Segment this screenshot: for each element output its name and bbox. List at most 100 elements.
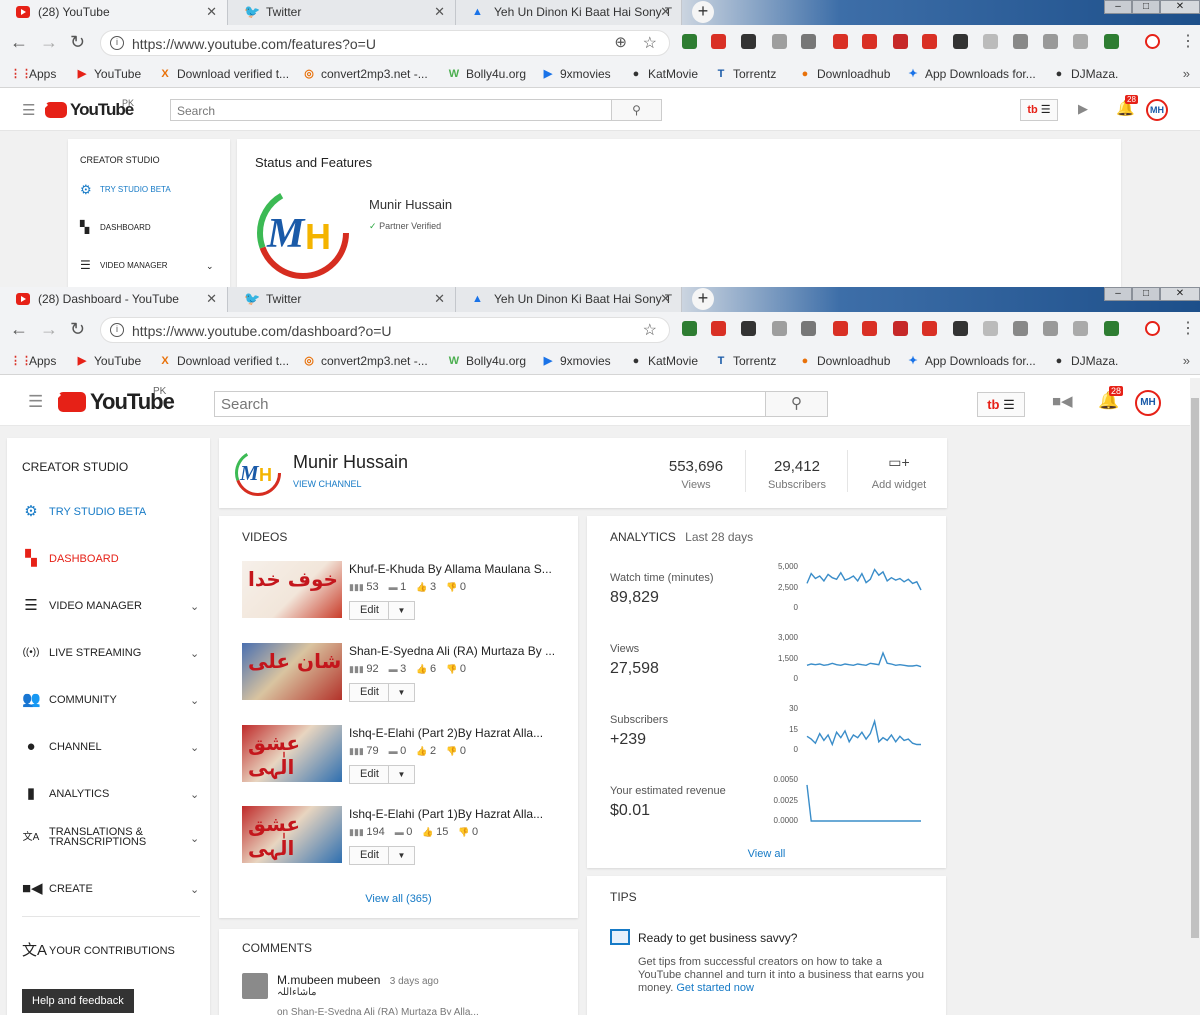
extension-red-icon[interactable] xyxy=(711,34,726,49)
scrollbar-thumb[interactable] xyxy=(1191,398,1199,938)
video-title[interactable]: Shan-E-Syedna Ali (RA) Murtaza By ... xyxy=(349,644,555,658)
comment-author[interactable]: M.mubeen mubeen xyxy=(277,973,380,987)
zoom-icon[interactable]: ⊕ xyxy=(614,33,627,51)
bookmark-9xmovies[interactable]: ▶ 9xmovies xyxy=(541,354,611,368)
dropdown-arrow-icon[interactable]: ▼ xyxy=(388,847,414,864)
bookmark-star-icon[interactable]: ☆ xyxy=(643,320,657,340)
extension-globe-icon[interactable] xyxy=(682,34,697,49)
close-tab-icon[interactable]: ✕ xyxy=(206,287,217,311)
chevron-down-icon[interactable]: ⌄ xyxy=(190,883,199,896)
tab-youtube-dashboard[interactable]: (28) Dashboard - YouTube ✕ xyxy=(0,287,228,312)
chrome-menu-icon[interactable]: ⋮ xyxy=(1180,318,1196,338)
view-all-videos-link[interactable]: View all (365) xyxy=(219,893,578,905)
bookmark-youtube[interactable]: ▶ YouTube xyxy=(75,67,141,81)
add-widget-button[interactable]: Add widget xyxy=(849,479,949,491)
dropdown-arrow-icon[interactable]: ▼ xyxy=(388,602,414,619)
bookmark-torrentz[interactable]: T Torrentz xyxy=(714,354,777,368)
avatar[interactable]: MH xyxy=(1146,99,1168,121)
video-thumbnail[interactable]: شان علی xyxy=(242,643,342,700)
bookmark-torrentz[interactable]: T Torrentz xyxy=(714,67,777,81)
extension-photo-icon[interactable] xyxy=(1043,34,1058,49)
download-icon[interactable] xyxy=(772,321,787,336)
forward-icon[interactable]: → xyxy=(40,33,58,51)
tubebuddy-button[interactable]: tb ☰ xyxy=(1020,99,1058,121)
extension-cube-icon[interactable] xyxy=(953,321,968,336)
url-text[interactable]: https://www.youtube.com/dashboard?o=U xyxy=(132,323,392,339)
extension-dark-icon[interactable] xyxy=(741,321,756,336)
dropdown-arrow-icon[interactable]: ▼ xyxy=(388,684,414,701)
maximize-button[interactable]: □ xyxy=(1132,287,1160,301)
tab-youtube-features[interactable]: (28) YouTube ✕ xyxy=(0,0,228,25)
bookmark-bolly4u-org[interactable]: W Bolly4u.org xyxy=(447,67,526,81)
edit-button[interactable]: Edit ▼ xyxy=(349,846,415,865)
address-bar[interactable]: i https://www.youtube.com/features?o=U ⊕… xyxy=(100,30,670,56)
extension-shield3-icon[interactable] xyxy=(1073,321,1088,336)
minimize-button[interactable]: – xyxy=(1104,0,1132,14)
extension-green-icon[interactable] xyxy=(1104,321,1119,336)
bookmark-download-verified-t[interactable]: X Download verified t... xyxy=(158,354,289,368)
extension-red3-icon[interactable] xyxy=(922,321,937,336)
chevron-down-icon[interactable]: ⌄ xyxy=(190,647,199,660)
close-tab-icon[interactable]: ✕ xyxy=(434,287,445,311)
video-thumbnail[interactable]: خوف خدا xyxy=(242,561,342,618)
close-tab-icon[interactable]: ✕ xyxy=(206,0,217,24)
reload-icon[interactable]: ↻ xyxy=(70,33,85,51)
extension-shield2-icon[interactable] xyxy=(1013,321,1028,336)
download-icon[interactable] xyxy=(772,34,787,49)
close-tab-icon[interactable]: ✕ xyxy=(660,0,671,24)
bookmark-downloadhub[interactable]: ● Downloadhub xyxy=(798,67,891,81)
menu-icon[interactable]: ☰ xyxy=(28,392,43,412)
bookmark-star-icon[interactable]: ☆ xyxy=(643,33,657,53)
video-thumbnail[interactable]: عشق الٰہی xyxy=(242,725,342,782)
comment-video-ref[interactable]: on Shan-E-Syedna Ali (RA) Murtaza By All… xyxy=(277,1007,479,1015)
info-icon[interactable]: i xyxy=(110,36,124,50)
maximize-button[interactable]: □ xyxy=(1132,0,1160,14)
search-button[interactable]: ⚲ xyxy=(612,99,662,121)
video-title[interactable]: Ishq-E-Elahi (Part 1)By Hazrat Alla... xyxy=(349,807,543,821)
tab-sony[interactable]: ▲ Yeh Un Dinon Ki Baat Hai Sony T ✕ xyxy=(456,287,682,312)
bookmark-downloadhub[interactable]: ● Downloadhub xyxy=(798,354,891,368)
channel-logo[interactable]: M H xyxy=(235,450,281,496)
edit-button[interactable]: Edit ▼ xyxy=(349,683,415,702)
chevron-down-icon[interactable]: ⌄ xyxy=(190,694,199,707)
extension-green-icon[interactable] xyxy=(1104,34,1119,49)
close-window-button[interactable]: ✕ xyxy=(1160,287,1200,301)
bookmark-apps[interactable]: ⋮⋮ Apps xyxy=(10,354,56,368)
tab-sony[interactable]: ▲ Yeh Un Dinon Ki Baat Hai Sony T ✕ xyxy=(456,0,682,25)
avatar[interactable] xyxy=(242,973,268,999)
profile-icon[interactable] xyxy=(1145,34,1160,49)
get-started-link[interactable]: Get started now xyxy=(676,982,754,994)
video-title[interactable]: Khuf-E-Khuda By Allama Maulana S... xyxy=(349,562,552,576)
extension-shield3-icon[interactable] xyxy=(1073,34,1088,49)
extension-tb-icon[interactable] xyxy=(862,34,877,49)
extension-shield-icon[interactable] xyxy=(983,321,998,336)
menu-icon[interactable]: ☰ xyxy=(22,101,35,119)
video-thumbnail[interactable]: عشق الٰہی xyxy=(242,806,342,863)
video-title[interactable]: Ishq-E-Elahi (Part 2)By Hazrat Alla... xyxy=(349,726,543,740)
chevron-down-icon[interactable]: ⌄ xyxy=(190,788,199,801)
minimize-button[interactable]: – xyxy=(1104,287,1132,301)
close-window-button[interactable]: ✕ xyxy=(1160,0,1200,14)
info-icon[interactable]: i xyxy=(110,323,124,337)
extension-red3-icon[interactable] xyxy=(922,34,937,49)
tab-twitter[interactable]: 🐦 Twitter ✕ xyxy=(228,287,456,312)
bookmark-convert2mp3-net[interactable]: ◎ convert2mp3.net -... xyxy=(302,67,428,81)
search-button[interactable]: ⚲ xyxy=(766,391,828,417)
new-tab-button[interactable]: + xyxy=(692,1,714,23)
bookmark-app-downloads-for[interactable]: ✦ App Downloads for... xyxy=(906,354,1035,368)
chevron-down-icon[interactable]: ⌄ xyxy=(190,600,199,613)
bookmark-katmovie[interactable]: ● KatMovie xyxy=(629,354,698,368)
extension-globe-icon[interactable] xyxy=(682,321,697,336)
edit-button[interactable]: Edit ▼ xyxy=(349,765,415,784)
bookmark-9xmovies[interactable]: ▶ 9xmovies xyxy=(541,67,611,81)
url-text[interactable]: https://www.youtube.com/features?o=U xyxy=(132,36,376,52)
bookmark-djmaza[interactable]: ● DJMaza. xyxy=(1052,354,1119,368)
bookmark-convert2mp3-net[interactable]: ◎ convert2mp3.net -... xyxy=(302,354,428,368)
dropdown-arrow-icon[interactable]: ▼ xyxy=(388,766,414,783)
bookmark-bolly4u-org[interactable]: W Bolly4u.org xyxy=(447,354,526,368)
back-icon[interactable]: ← xyxy=(10,33,28,51)
avatar[interactable]: MH xyxy=(1135,390,1161,416)
close-tab-icon[interactable]: ✕ xyxy=(434,0,445,24)
chevron-down-icon[interactable]: ⌄ xyxy=(190,741,199,754)
extension-red2-icon[interactable] xyxy=(833,321,848,336)
